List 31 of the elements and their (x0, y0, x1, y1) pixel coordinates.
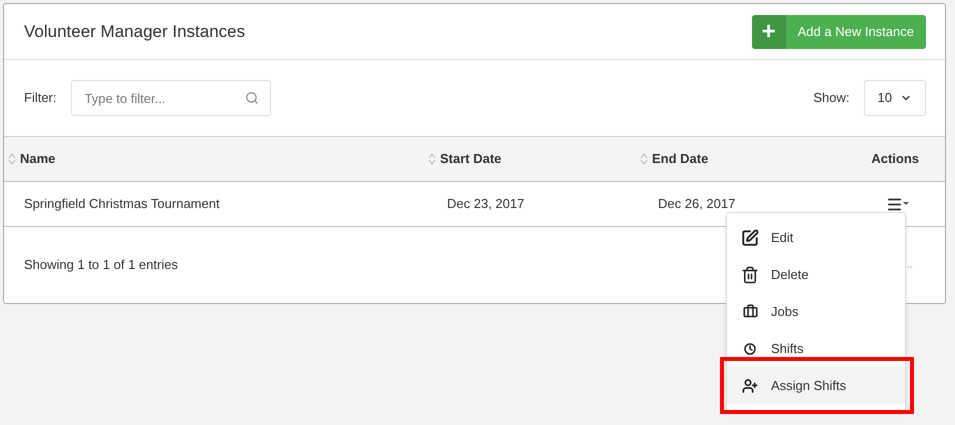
add-instance-button[interactable]: + Add a New Instance (752, 14, 926, 48)
plus-icon: + (752, 14, 786, 48)
filter-label: Filter: (24, 89, 56, 108)
page-size-select[interactable]: 10 (864, 80, 926, 116)
user-plus-icon (742, 378, 758, 394)
menu-icon (886, 196, 903, 212)
column-header[interactable]: Name (20, 149, 56, 169)
briefcase-icon (742, 304, 758, 319)
menu-item[interactable]: Delete (727, 256, 905, 293)
table-cell-text: Dec 26, 2017 (658, 195, 736, 214)
sort-icon[interactable] (640, 153, 648, 165)
clock-icon (744, 342, 756, 354)
table-cell-text: Dec 23, 2017 (447, 195, 526, 214)
menu-item[interactable]: Jobs (727, 293, 905, 330)
table-cell-text: Springfield Christmas Tournament (24, 195, 221, 214)
entries-info: Showing 1 to 1 of 1 entries (24, 256, 178, 274)
column-header: Actions (871, 150, 919, 168)
column-header[interactable]: End Date (652, 149, 708, 169)
menu-item[interactable]: Edit (727, 219, 905, 256)
trash-icon (741, 266, 759, 284)
sort-icon[interactable] (8, 153, 16, 165)
show-label: Show: (813, 89, 850, 108)
sort-icon[interactable] (428, 153, 436, 165)
caret-icon (903, 202, 909, 206)
menu-item[interactable]: Assign Shifts (727, 367, 905, 404)
row-actions-button[interactable] (886, 196, 909, 212)
filter-field[interactable]: Type to filter... (70, 80, 270, 116)
panel-title: Volunteer Manager Instances (24, 20, 246, 43)
edit-icon (741, 228, 759, 246)
search-icon (244, 91, 258, 105)
column-header[interactable]: Start Date (440, 149, 502, 169)
